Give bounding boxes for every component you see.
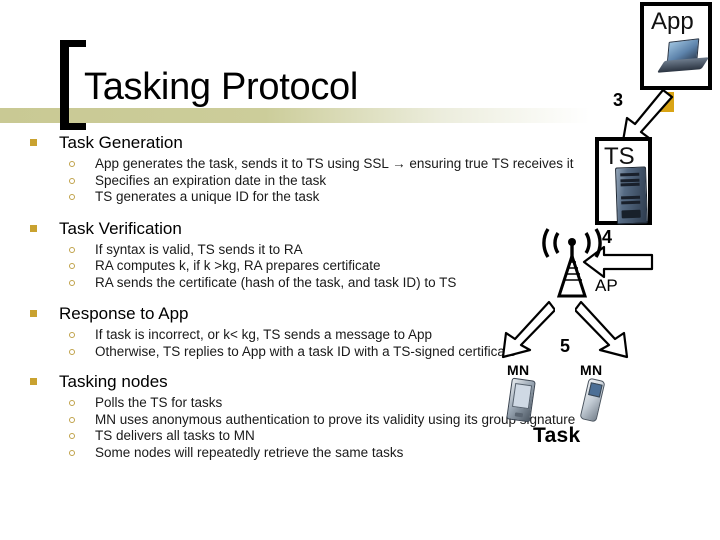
list-item: RA sends the certificate (hash of the ta… — [0, 275, 569, 292]
list-item-text: Specifies an expiration date in the task — [95, 172, 327, 188]
diagram-node-app: App — [640, 2, 712, 90]
list-item-text: Otherwise, TS replies to App with a task… — [95, 343, 517, 359]
section-task-generation: Task Generation App generates the task, … — [0, 131, 720, 206]
title-underline-band — [0, 108, 590, 123]
list-item: If syntax is valid, TS sends it to RA — [0, 242, 569, 259]
square-bullet-icon — [30, 310, 37, 317]
circle-bullet-icon — [69, 332, 75, 338]
section-heading: Response to App — [0, 302, 720, 325]
square-bullet-icon — [30, 378, 37, 385]
circle-bullet-icon — [69, 400, 75, 406]
list-item-text: If task is incorrect, or k< kg, TS sends… — [95, 327, 433, 342]
section-heading-text: Tasking nodes — [59, 372, 168, 391]
section-heading-text: Task Generation — [59, 133, 183, 152]
list-item-text: RA computes k, if k >kg, RA prepares cer… — [95, 258, 381, 273]
list-item: App generates the task, sends it to TS u… — [0, 156, 689, 173]
section-heading-text: Response to App — [59, 304, 189, 323]
title-accent-corner — [655, 92, 674, 112]
app-node-label: App — [651, 8, 694, 35]
list-item: RA computes k, if k >kg, RA prepares cer… — [0, 258, 569, 275]
list-item: Otherwise, TS replies to App with a task… — [0, 344, 569, 361]
circle-bullet-icon — [69, 177, 75, 184]
page-title: Tasking Protocol — [84, 66, 359, 108]
section-heading: Tasking nodes — [0, 370, 720, 393]
list-item-text: MN uses anonymous authentication to prov… — [95, 411, 576, 427]
section-heading: Task Verification — [0, 217, 720, 240]
circle-bullet-icon — [69, 348, 75, 355]
slide-content: Task Generation App generates the task, … — [0, 131, 720, 461]
circle-bullet-icon — [69, 279, 75, 286]
list-item-text: TS generates a unique ID for the task — [95, 189, 320, 204]
list-item: TS generates a unique ID for the task — [0, 189, 689, 206]
list-item: Some nodes will repeatedly retrieve the … — [0, 445, 689, 462]
circle-bullet-icon — [69, 263, 75, 269]
section-heading: Task Generation — [0, 131, 720, 154]
list-item-text: Polls the TS for tasks — [95, 395, 223, 410]
list-item-text: RA sends the certificate (hash of the ta… — [95, 274, 457, 290]
circle-bullet-icon — [69, 449, 75, 456]
list-item-text: App generates the task, sends it to TS u… — [95, 156, 574, 171]
square-bullet-icon — [30, 224, 37, 232]
step-label-3: 3 — [613, 90, 624, 110]
list-item: Specifies an expiration date in the task — [0, 173, 689, 190]
circle-bullet-icon — [69, 433, 75, 439]
list-item-text: Some nodes will repeatedly retrieve the … — [95, 444, 404, 460]
circle-bullet-icon — [69, 246, 75, 253]
circle-bullet-icon — [69, 194, 75, 200]
list-item: Polls the TS for tasks — [0, 395, 689, 412]
list-item-text: TS delivers all tasks to MN — [95, 428, 255, 443]
list-item: TS delivers all tasks to MN — [0, 428, 689, 445]
section-heading-text: Task Verification — [59, 218, 182, 238]
laptop-icon — [656, 38, 710, 74]
section-task-verification: Task Verification If syntax is valid, TS… — [0, 217, 720, 292]
list-item: If task is incorrect, or k< kg, TS sends… — [0, 327, 604, 344]
list-item: MN uses anonymous authentication to prov… — [0, 412, 689, 429]
list-item-text: If syntax is valid, TS sends it to RA — [95, 241, 303, 257]
title-bracket-decoration — [60, 40, 86, 130]
section-response-to-app: Response to App If task is incorrect, or… — [0, 302, 720, 360]
circle-bullet-icon — [69, 161, 75, 167]
section-tasking-nodes: Tasking nodes Polls the TS for tasks MN … — [0, 370, 720, 461]
circle-bullet-icon — [69, 416, 75, 423]
square-bullet-icon — [30, 139, 37, 146]
